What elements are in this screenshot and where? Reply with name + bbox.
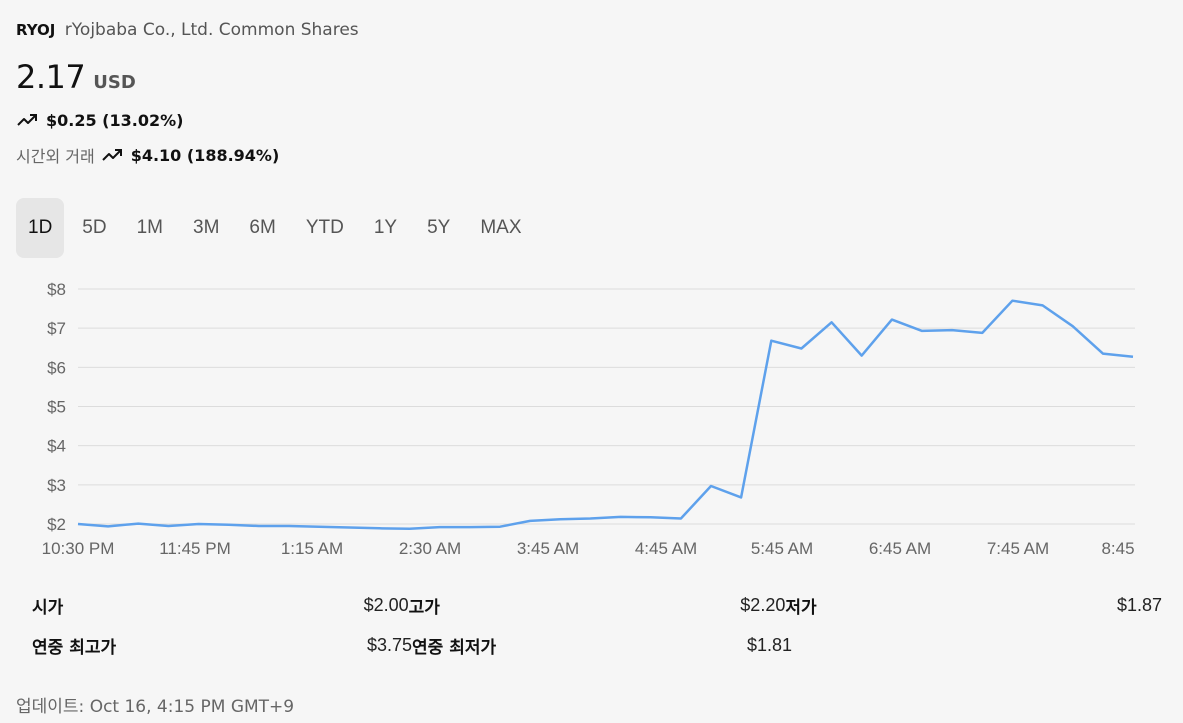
- tab-6m[interactable]: 6M: [237, 198, 287, 258]
- change-value: $0.25 (13.02%): [46, 110, 184, 130]
- after-hours-change: $4.10 (188.94%): [130, 145, 280, 165]
- stat-label: 시가: [32, 597, 64, 618]
- tab-1y[interactable]: 1Y: [362, 198, 409, 258]
- stat-year-low: 연중 최저가 $1.81: [412, 633, 792, 658]
- y-tick-label: $7: [47, 319, 66, 338]
- x-tick-label: 5:45 AM: [751, 539, 813, 558]
- stats-row: 연중 최고가 $3.75 연중 최저가 $1.81: [32, 625, 1162, 665]
- x-tick-label: 6:45 AM: [869, 539, 931, 558]
- price-chart[interactable]: $2 $3 $4 $5 $6 $7 $8 10:30 PM 11:45 PM 1:15 AM 2:3…: [0, 270, 1183, 565]
- stat-value: $1.87: [1116, 594, 1163, 615]
- tab-1m[interactable]: 1M: [125, 198, 175, 258]
- stat-open: 시가 $2.00: [32, 593, 409, 618]
- stat-value: $2.20: [740, 594, 786, 615]
- stat-label: 저가: [785, 597, 817, 618]
- range-tabs: 1D 5D 1M 3M 6M YTD 1Y 5Y MAX: [16, 198, 540, 258]
- currency-label: USD: [93, 72, 136, 93]
- ticker-symbol: RYOJ: [16, 21, 56, 39]
- stat-year-high: 연중 최고가 $3.75: [32, 633, 412, 658]
- stat-label: 연중 최고가: [32, 637, 117, 658]
- current-price: 2.17: [16, 58, 86, 96]
- tab-1d[interactable]: 1D: [16, 198, 65, 258]
- tab-5d[interactable]: 5D: [70, 198, 118, 258]
- y-tick-label: $5: [47, 398, 66, 417]
- stat-label: 고가: [408, 597, 440, 618]
- tab-max[interactable]: MAX: [468, 198, 533, 258]
- stats-table: 시가 $2.00 고가 $2.20 저가 $1.87 연중 최고가 $3.75 …: [32, 585, 1162, 665]
- tab-ytd[interactable]: YTD: [294, 198, 356, 258]
- company-name: rYojbaba Co., Ltd. Common Shares: [64, 20, 359, 40]
- x-tick-label: 2:30 AM: [399, 539, 461, 558]
- x-tick-label: 10:30 PM: [42, 539, 115, 558]
- stat-value: $1.81: [746, 634, 792, 655]
- x-tick-label: 1:15 AM: [281, 539, 343, 558]
- trending-up-icon: [101, 145, 125, 165]
- tab-3m[interactable]: 3M: [181, 198, 231, 258]
- after-hours-label: 시간외 거래: [16, 147, 95, 166]
- stat-label: 연중 최저가: [412, 637, 497, 658]
- stat-value: $3.75: [366, 634, 412, 655]
- last-updated: 업데이트: Oct 16, 4:15 PM GMT+9: [16, 697, 295, 717]
- y-tick-label: $4: [47, 437, 66, 456]
- y-tick-label: $8: [47, 280, 66, 299]
- x-tick-label: 3:45 AM: [517, 539, 579, 558]
- stat-low: 저가 $1.87: [785, 593, 1162, 618]
- x-tick-label: 4:45 AM: [635, 539, 697, 558]
- stats-row: 시가 $2.00 고가 $2.20 저가 $1.87: [32, 585, 1162, 625]
- x-tick-label: 11:45 PM: [159, 539, 231, 558]
- y-tick-label: $6: [47, 358, 66, 377]
- y-tick-label: $3: [47, 476, 66, 495]
- x-tick-label: 7:45 AM: [987, 539, 1049, 558]
- trending-up-icon: [16, 110, 40, 130]
- price-change: $0.25 (13.02%): [16, 110, 183, 130]
- tab-5y[interactable]: 5Y: [415, 198, 462, 258]
- after-hours: 시간외 거래 $4.10 (188.94%): [16, 143, 279, 167]
- price-display: 2.17 USD: [16, 58, 136, 96]
- stat-value: $2.00: [363, 594, 409, 615]
- stock-header: RYOJ rYojbaba Co., Ltd. Common Shares: [16, 20, 359, 40]
- x-tick-label: 8:45: [1101, 539, 1134, 558]
- stat-high: 고가 $2.20: [409, 593, 786, 618]
- price-series-line: [77, 299, 1134, 530]
- y-tick-label: $2: [47, 515, 66, 534]
